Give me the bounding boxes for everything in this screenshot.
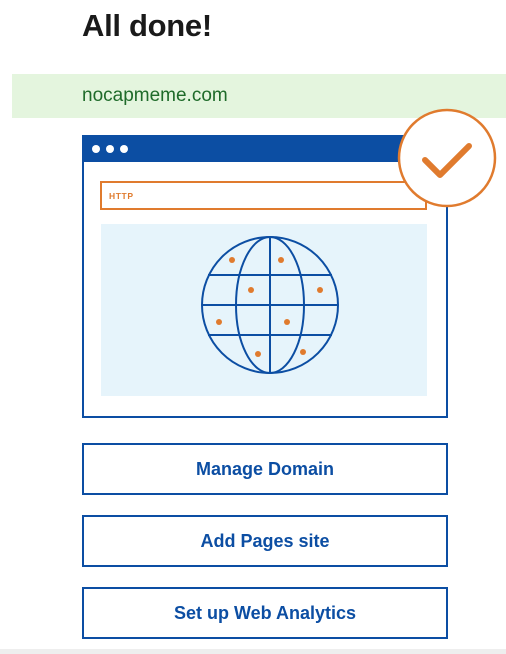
page-title: All done!	[82, 8, 212, 43]
add-pages-site-button[interactable]: Add Pages site	[82, 515, 448, 567]
bottom-divider	[0, 649, 506, 654]
viewport	[101, 224, 427, 396]
checkmark-circle-icon	[397, 108, 497, 208]
success-illustration: HTTP	[80, 108, 506, 420]
window-dots-icon	[92, 145, 128, 153]
address-bar-text: HTTP	[109, 191, 134, 201]
setup-web-analytics-button[interactable]: Set up Web Analytics	[82, 587, 448, 639]
manage-domain-button[interactable]: Manage Domain	[82, 443, 448, 495]
setup-complete-page: All done! nocapmeme.com HTTP Manage Doma…	[0, 0, 506, 654]
address-bar	[100, 181, 427, 210]
domain-name: nocapmeme.com	[82, 85, 228, 106]
globe-icon	[201, 236, 339, 374]
browser-window-icon: HTTP	[82, 108, 497, 418]
